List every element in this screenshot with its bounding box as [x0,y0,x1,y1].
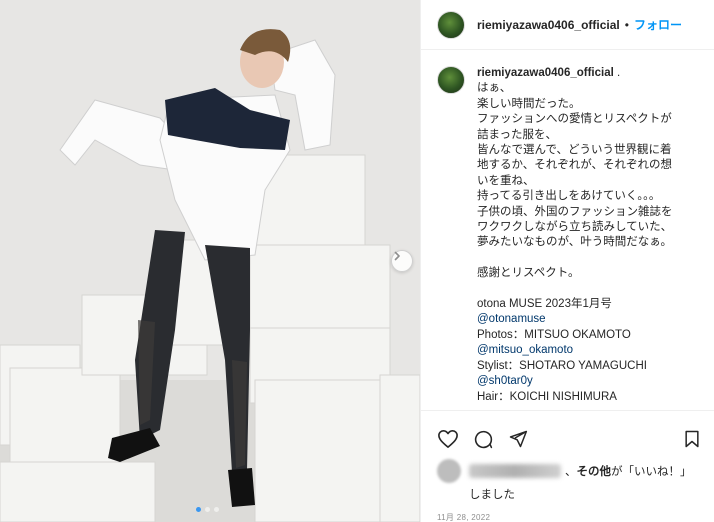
caption-mention-link[interactable]: @mitsuo_okamoto [477,343,695,358]
caption-credit: Photos：MITSUO OKAMOTO [477,328,631,341]
caption-line: 詰まった服を、 [477,128,558,141]
caption-line: 楽しい時間だった。 [477,97,581,110]
liker-name-blurred[interactable] [469,464,561,478]
caption-line: 夢みたいなものが、叶う時間だなぁ。 [477,236,673,249]
follow-button[interactable]: フォロー [634,16,682,33]
carousel-next-button[interactable] [391,250,413,272]
caption-line: otona MUSE 2023年1月号 [477,298,612,311]
caption-mention-link[interactable]: @sh0tar0y [477,374,695,389]
caption-line: はぁ、 [477,82,512,95]
heart-icon [438,430,458,448]
caption-mention-link[interactable]: @otonamuse [477,312,695,327]
comment-button[interactable] [473,429,494,450]
post-date[interactable]: 11月 28, 2022 [421,512,714,522]
caption-line: 地するか、それぞれが、それぞれの想 [477,159,673,172]
save-button[interactable] [683,429,701,449]
header-username[interactable]: riemiyazawa0406_official [477,18,620,32]
carousel-dot [205,507,210,512]
caption-line: ワクワクしながら立ち読みしていた、 [477,221,673,234]
caption-credit: Stylist：SHOTARO YAMAGUCHI [477,359,647,372]
carousel-indicator [196,507,219,512]
post-side-panel: riemiyazawa0406_official • フォロー riemiyaz… [420,0,714,522]
header-separator: • [624,17,629,32]
caption-section: riemiyazawa0406_official . はぁ、 楽しい時間だった。… [421,50,714,410]
caption-avatar[interactable] [437,66,465,94]
caption-dot: . [617,67,621,79]
caption-first-line: riemiyazawa0406_official . [477,66,695,81]
likes-summary: 、その他が「いいね！」 [421,455,714,483]
caption-line: 子供の頃、外国のファッション雑誌を [477,205,673,218]
post-actions: 、その他が「いいね！」 しました 11月 28, 2022 [421,410,714,522]
instagram-post: riemiyazawa0406_official • フォロー riemiyaz… [0,0,714,522]
caption-text: riemiyazawa0406_official . はぁ、 楽しい時間だった。… [477,66,695,410]
bookmark-icon [685,430,699,448]
like-button[interactable] [437,429,459,449]
carousel-dot [214,507,219,512]
likes-line2: しました [469,489,515,501]
share-button[interactable] [508,429,528,449]
caption-line: 感謝とリスペクト。 [477,267,580,280]
chevron-right-icon [394,251,400,261]
caption-line: 皆んなで選んで、どういう世界観に着 [477,144,672,157]
likes-text: 、その他が「いいね！」 [565,463,692,479]
share-icon [509,430,528,448]
avatar[interactable] [437,10,465,39]
liker-avatar-blurred[interactable] [437,459,461,483]
likes-comma: 、 [565,466,577,478]
comment-icon [474,430,493,448]
post-photo[interactable] [0,0,420,522]
post-header: riemiyazawa0406_official • フォロー [421,0,714,50]
caption-line: 持ってる引き出しをあけていく。。。 [477,190,661,203]
likes-mid: が「いいね！」 [611,466,692,478]
fashion-photo-illustration [0,0,420,522]
action-icons [421,411,714,455]
likes-others-link[interactable]: その他 [577,466,612,478]
caption-credit: Hair：KOICHI NISHIMURA [477,390,617,403]
caption-line: ファッションへの愛情とリスペクトが [477,113,672,126]
carousel-dot-active [196,507,201,512]
caption-line: いを重ね、 [477,174,535,187]
caption-username[interactable]: riemiyazawa0406_official [477,67,614,79]
